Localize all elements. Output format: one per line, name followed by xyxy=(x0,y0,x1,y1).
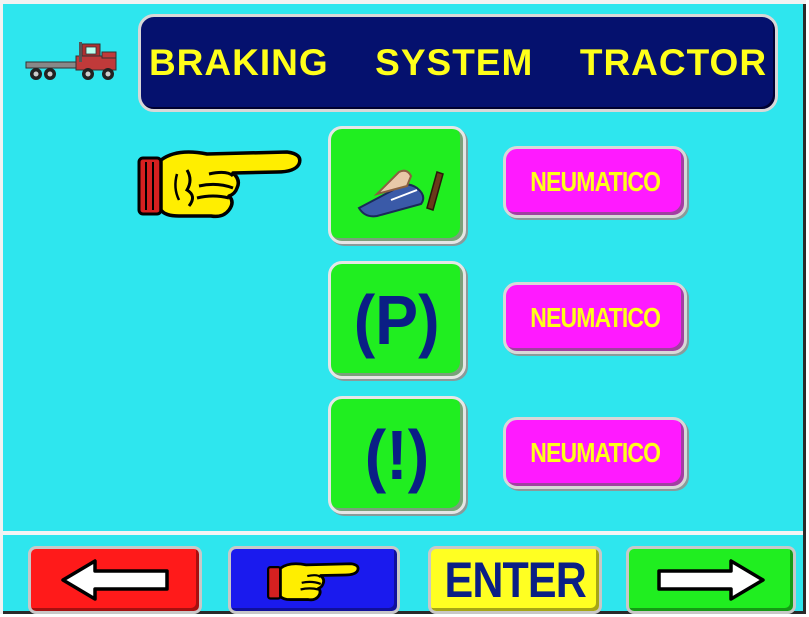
parking-brake-label: (P) xyxy=(354,281,440,359)
left-arrow-icon xyxy=(61,559,169,601)
menu-button[interactable] xyxy=(228,546,400,614)
next-button[interactable] xyxy=(626,546,796,614)
page-title: BRAKING SYSTEM TRACTOR xyxy=(148,42,768,83)
service-brake-mode-button[interactable]: NEUMATICO xyxy=(503,146,687,218)
parking-brake-mode-label: NEUMATICO xyxy=(530,302,661,333)
top-border xyxy=(0,0,806,4)
back-button[interactable] xyxy=(28,546,202,614)
enter-button-label: ENTER xyxy=(444,552,586,608)
service-brake-button[interactable] xyxy=(328,126,466,244)
title-banner: BRAKING SYSTEM TRACTOR xyxy=(138,14,778,112)
service-brake-mode-label: NEUMATICO xyxy=(530,166,661,197)
right-arrow-icon xyxy=(657,559,765,601)
pointing-hand-icon xyxy=(267,562,360,602)
enter-button[interactable]: ENTER xyxy=(428,546,602,614)
pointing-hand-icon xyxy=(137,150,302,219)
screen: BRAKING SYSTEM TRACTOR (P) (!) NEUMATICO… xyxy=(0,0,806,614)
brake-warning-button[interactable]: (!) xyxy=(328,396,466,514)
foot-brake-pedal-icon xyxy=(357,169,444,218)
footer-divider xyxy=(3,531,803,535)
left-border xyxy=(0,0,3,614)
brake-warning-label: (!) xyxy=(364,416,430,494)
parking-brake-button[interactable]: (P) xyxy=(328,261,466,379)
parking-brake-mode-button[interactable]: NEUMATICO xyxy=(503,282,687,354)
brake-warning-mode-button[interactable]: NEUMATICO xyxy=(503,417,687,489)
brake-warning-mode-label: NEUMATICO xyxy=(530,437,661,468)
truck-icon xyxy=(25,42,117,80)
